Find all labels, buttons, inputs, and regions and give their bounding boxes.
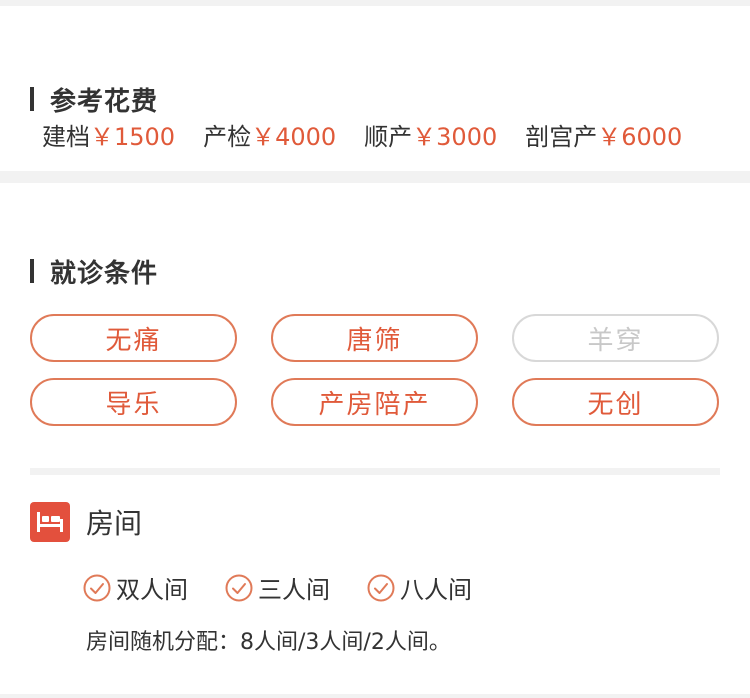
cost-item-shunchan: 顺产￥3000 [364,120,497,154]
cost-label: 顺产 [364,123,413,151]
cost-item-jiandang: 建档￥1500 [42,120,175,154]
tag-tangshai: 唐筛 [271,314,478,362]
cost-price: ￥4000 [251,123,337,151]
cost-price: ￥6000 [597,123,683,151]
cost-price: ￥1500 [90,123,176,151]
room-note: 房间随机分配：8人间/3人间/2人间。 [86,630,451,655]
room-option-label: 八人间 [400,576,472,604]
condition-tags: 无痛 唐筛 羊穿 导乐 产房陪产 无创 [30,314,720,426]
conditions-section-header: 就诊条件 [30,256,158,289]
tag-yangchuan: 羊穿 [512,314,719,362]
room-option-triple: 三人间 [224,570,330,605]
room-divider [30,468,720,475]
check-circle-icon [367,574,395,601]
cost-section-header: 参考花费 [30,84,158,117]
cost-item-chanjian: 产检￥4000 [203,120,336,154]
room-options: 双人间 三人间 八人间 [82,570,508,605]
room-option-double: 双人间 [82,570,188,605]
section-accent-bar [30,259,34,283]
conditions-section-title: 就诊条件 [50,258,159,289]
room-option-label: 三人间 [258,576,330,604]
cost-label: 剖宫产 [525,123,598,151]
room-title: 房间 [86,507,143,540]
tag-chanfang-peichan: 产房陪产 [271,378,478,426]
tag-daole: 导乐 [30,378,237,426]
room-header: 房间 [30,501,142,543]
tag-wuchuang: 无创 [512,378,719,426]
cost-label: 建档 [42,123,90,151]
cost-label: 产检 [203,123,252,151]
bottom-divider [0,694,750,698]
cost-price: ￥3000 [412,123,498,151]
top-divider [0,0,750,6]
cost-item-pougongchan: 剖宫产￥6000 [525,120,682,154]
cost-list: 建档￥1500 产检￥4000 顺产￥3000 剖宫产￥6000 [42,120,732,154]
tag-wutong: 无痛 [30,314,237,362]
check-circle-icon [225,574,253,601]
room-option-label: 双人间 [116,576,188,604]
bed-icon [30,502,70,542]
section-divider [0,171,750,183]
check-circle-icon [83,574,111,601]
section-accent-bar [30,87,34,111]
room-option-eight: 八人间 [366,570,472,605]
cost-section-title: 参考花费 [50,86,159,117]
